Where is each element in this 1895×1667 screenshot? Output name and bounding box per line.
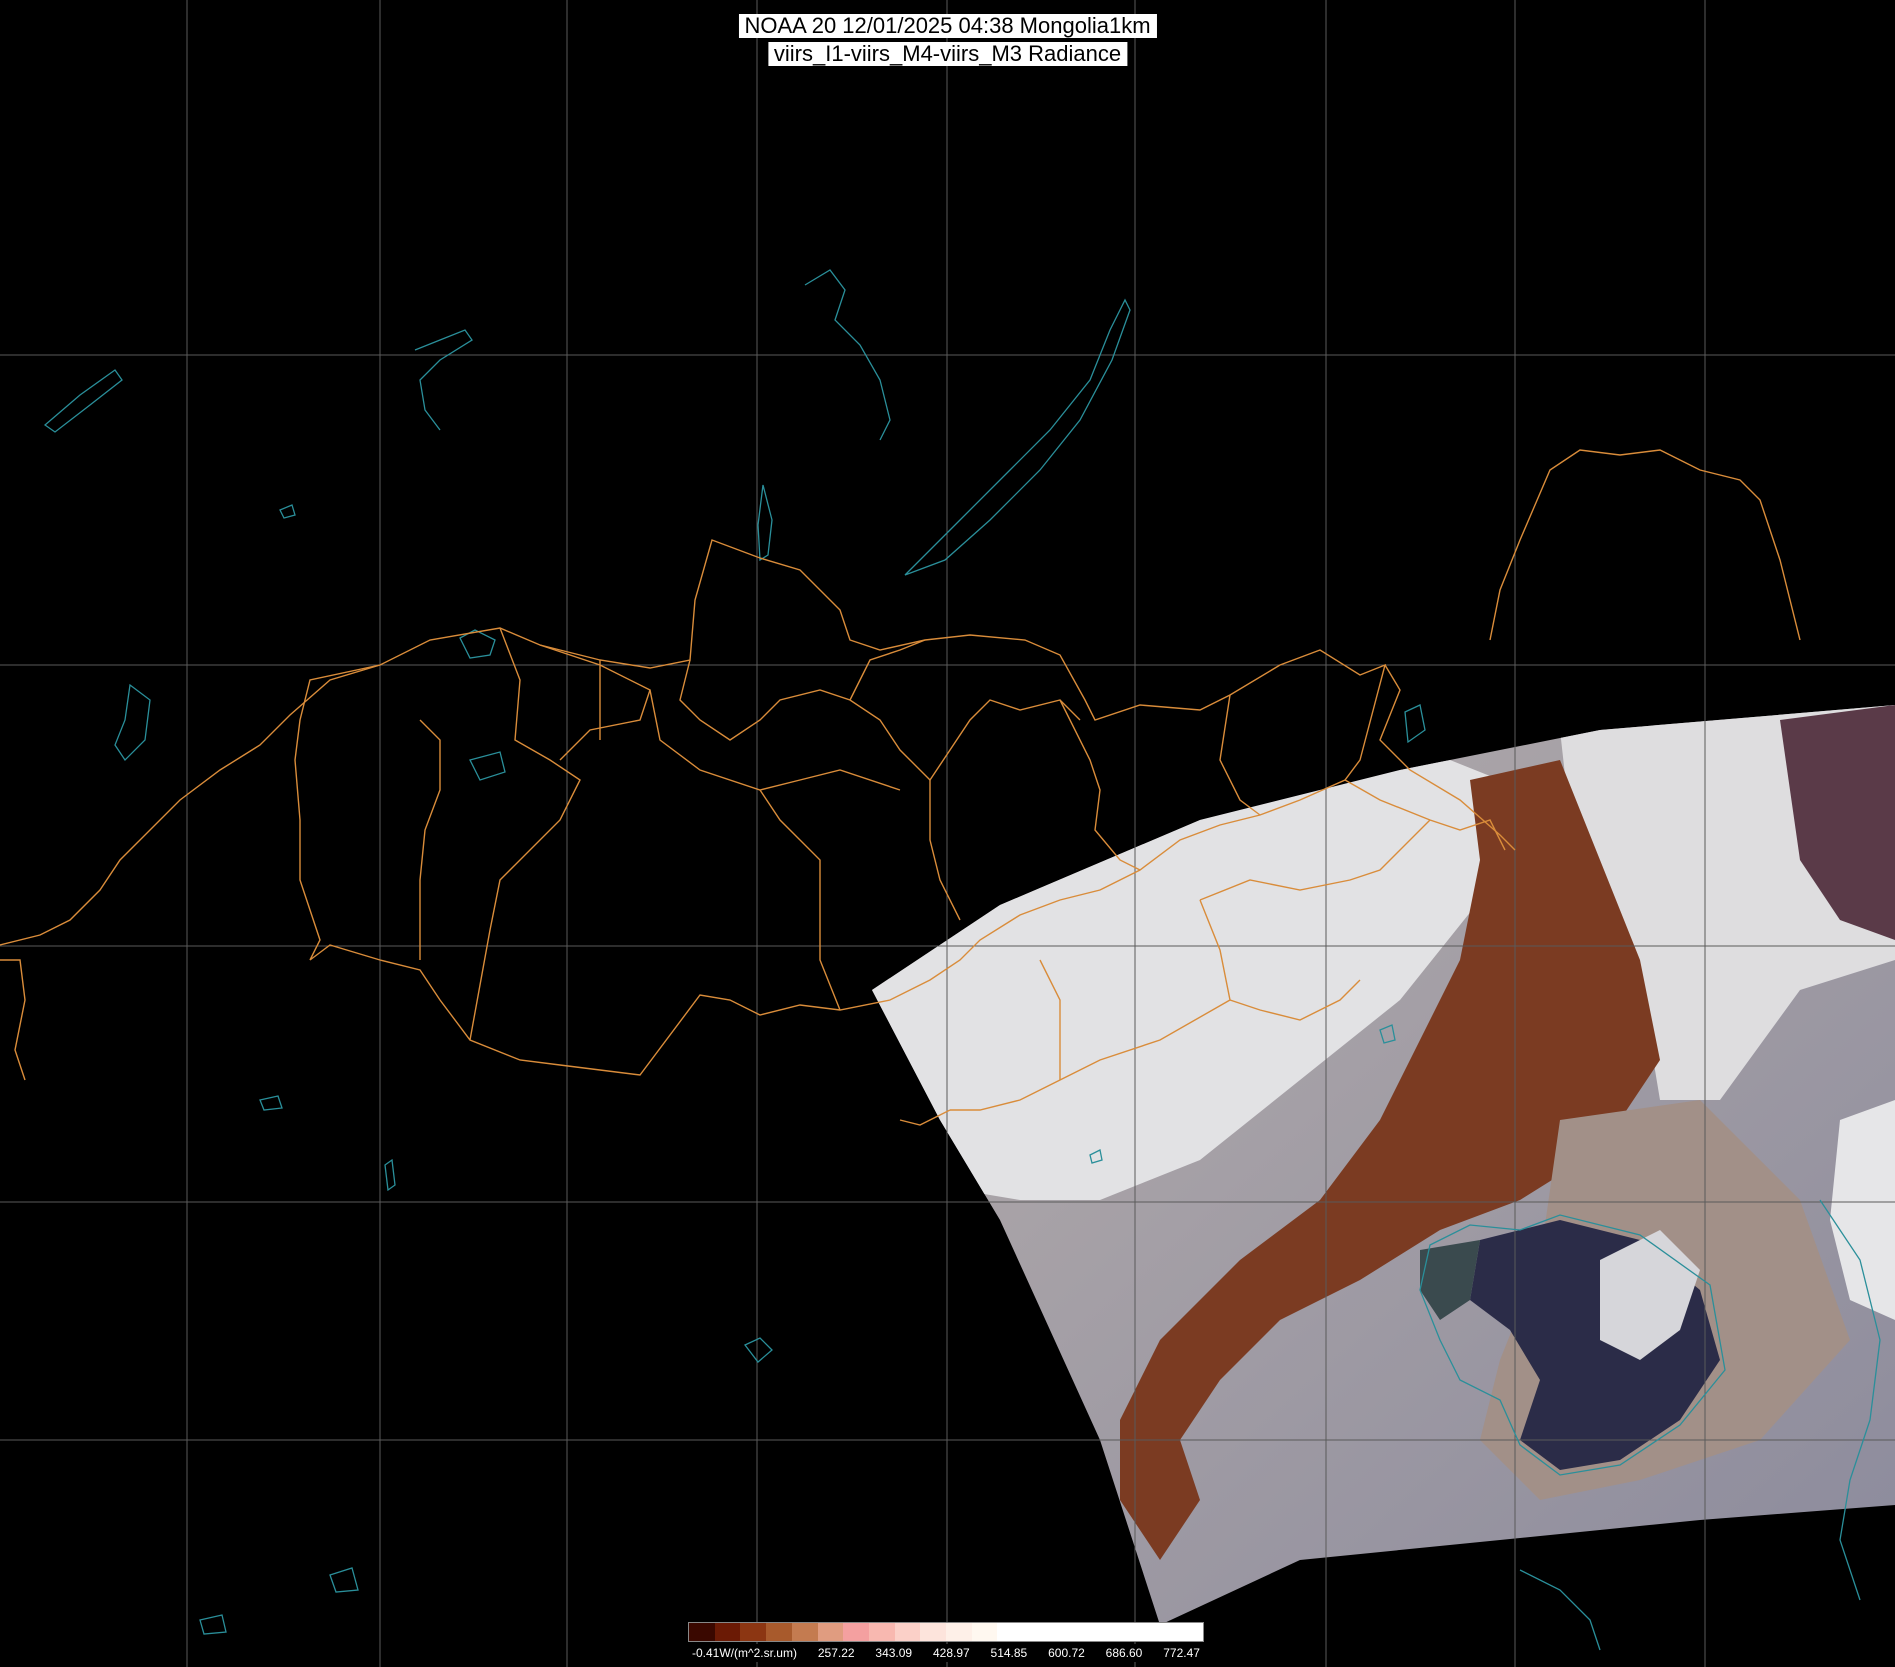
internal-3 <box>679 659 931 781</box>
colorbar-segment <box>920 1623 947 1641</box>
colorbar-unit-label: -0.41W/(m^2.sr.um) <box>692 1646 797 1660</box>
colorbar-segment <box>1023 1623 1049 1641</box>
colorbar-tick: 686.60 <box>1105 1646 1143 1660</box>
lake-small-2 <box>259 1095 283 1111</box>
colorbar-segment <box>1177 1623 1204 1641</box>
colorbar-segment <box>971 1623 998 1641</box>
colorbar-tick: 343.09 <box>875 1646 913 1660</box>
satellite-map: NOAA 20 12/01/2025 04:38 Mongolia1km vii… <box>0 0 1895 1667</box>
russia-china-border <box>0 664 381 946</box>
amur-border <box>1489 449 1801 641</box>
internal-2 <box>539 644 651 761</box>
internal-9 <box>1059 699 1141 871</box>
lake-west <box>43 369 123 433</box>
colorbar-legend: -0.41W/(m^2.sr.um) 257.22 343.09 428.97 … <box>688 1622 1204 1663</box>
coast-southeast <box>1519 1569 1601 1651</box>
border-west <box>0 959 26 1081</box>
colorbar-segment <box>1048 1623 1075 1641</box>
colorbar-segment <box>868 1623 895 1641</box>
internal-8 <box>929 780 961 921</box>
lake-small-3 <box>384 1158 396 1192</box>
internal-12 <box>419 719 441 960</box>
internal-10 <box>1219 694 1261 816</box>
colorbar-segment <box>997 1623 1024 1641</box>
internal-5 <box>759 789 841 1011</box>
colorbar-segment <box>1100 1623 1126 1641</box>
lake-small-5 <box>329 1567 359 1593</box>
colorbar-segment <box>740 1623 767 1641</box>
colorbar-segment <box>689 1623 715 1641</box>
colorbar-segment <box>791 1623 818 1641</box>
satellite-swath-image <box>872 705 1895 1625</box>
lake-buir <box>1404 704 1426 744</box>
lake-small-1 <box>279 504 296 519</box>
internal-7 <box>929 699 1081 781</box>
lake-baikal <box>904 298 1131 576</box>
colorbar-segment <box>843 1623 869 1641</box>
lake-small-4 <box>743 1337 773 1363</box>
colorbar-segment <box>1074 1623 1101 1641</box>
colorbar-segment <box>1125 1623 1152 1641</box>
internal-1 <box>469 627 581 1041</box>
map-title-line2: viirs_I1-viirs_M4-viirs_M3 Radiance <box>767 42 1128 66</box>
river-west <box>414 329 473 431</box>
colorbar-strip <box>688 1622 1204 1642</box>
colorbar-segment <box>766 1623 792 1641</box>
colorbar-tick: 600.72 <box>1048 1646 1085 1660</box>
map-title-line1: NOAA 20 12/01/2025 04:38 Mongolia1km <box>738 14 1157 38</box>
colorbar-segment <box>946 1623 972 1641</box>
colorbar-segment <box>894 1623 921 1641</box>
map-canvas <box>0 0 1895 1667</box>
colorbar-tick: 428.97 <box>932 1646 970 1660</box>
lake-khuvsgul <box>757 484 773 562</box>
lakes-west-group <box>114 683 151 762</box>
colorbar-segment <box>714 1623 741 1641</box>
colorbar-tick: 772.47 <box>1163 1646 1200 1660</box>
lake-small-6 <box>199 1614 227 1635</box>
colorbar-segment <box>817 1623 844 1641</box>
lake-khar <box>469 751 506 781</box>
colorbar-tick: 514.85 <box>990 1646 1028 1660</box>
colorbar-labels: -0.41W/(m^2.sr.um) 257.22 343.09 428.97 … <box>688 1644 1204 1662</box>
colorbar-tick: 257.22 <box>817 1646 855 1660</box>
colorbar-segment <box>1151 1623 1178 1641</box>
